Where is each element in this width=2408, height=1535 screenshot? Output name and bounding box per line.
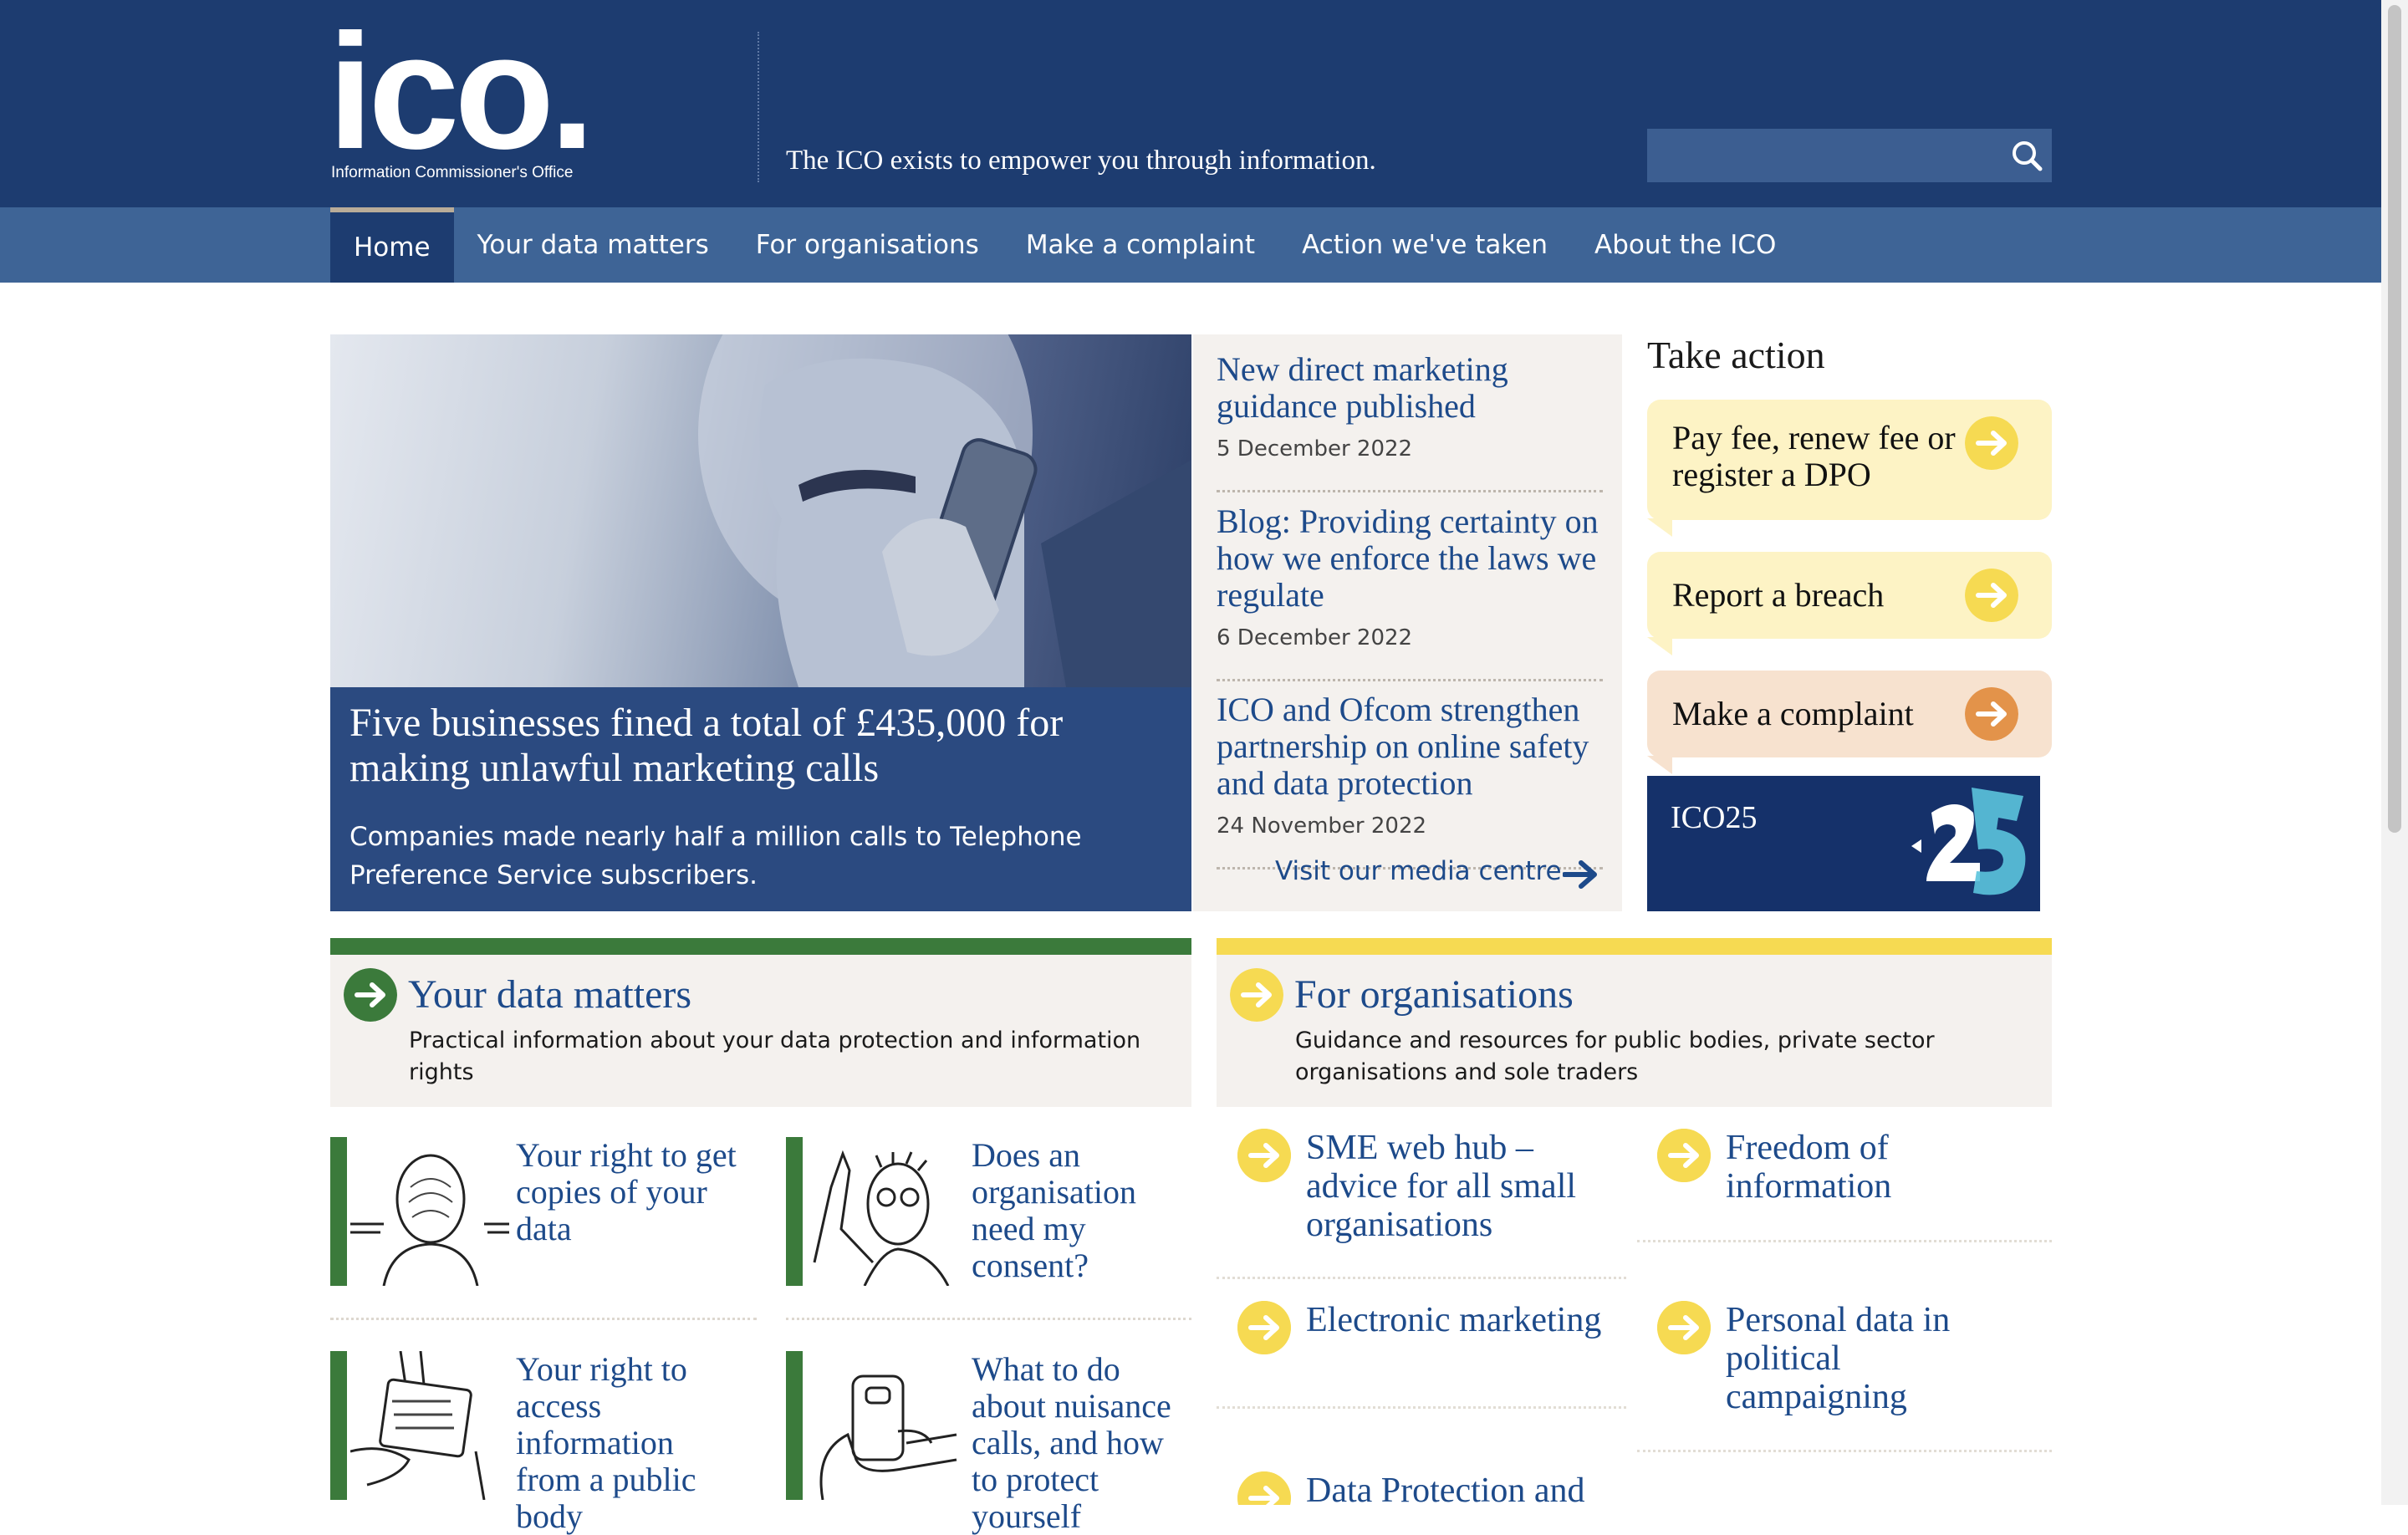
hero-feature[interactable]: Five businesses fined a total of £435,00… — [330, 334, 1191, 911]
nav-home[interactable]: Home — [330, 207, 454, 283]
card-accent-bar — [330, 1351, 347, 1500]
news-item[interactable]: New direct marketing guidance published … — [1217, 351, 1603, 492]
arrow-right-icon — [344, 968, 397, 1022]
media-centre-link[interactable]: Visit our media centre — [1275, 856, 1562, 886]
your-data-matters-section: Your data matters Practical information … — [330, 938, 1191, 1107]
logo-wordmark: ico. — [328, 0, 595, 183]
thinking-person-illustration — [813, 1150, 950, 1286]
ico25-logo-icon — [1911, 788, 2026, 895]
site-tagline: The ICO exists to empower you through in… — [786, 145, 1376, 176]
section-accent-bar — [1217, 938, 2052, 955]
card-title[interactable]: Does an organisation need my consent? — [972, 1137, 1189, 1284]
card-divider — [330, 1318, 757, 1320]
header-divider — [758, 32, 759, 182]
card-title[interactable]: Your right to access information from a … — [516, 1351, 733, 1535]
org-link-title[interactable]: Freedom of information — [1726, 1129, 1977, 1206]
section-title[interactable]: Your data matters — [408, 971, 691, 1017]
site-header: ico. Information Commissioner's Office T… — [0, 0, 2381, 207]
card-accent-bar — [786, 1137, 803, 1286]
arrow-right-icon — [1563, 860, 1597, 889]
arrow-right-icon — [1657, 1129, 1711, 1182]
data-card-nuisance-calls[interactable]: What to do about nuisance calls, and how… — [786, 1351, 1191, 1535]
ico25-label: ICO25 — [1671, 800, 1758, 835]
for-organisations-section: For organisations Guidance and resources… — [1217, 938, 2052, 1107]
org-link-title[interactable]: Personal data in political campaigning — [1726, 1301, 1993, 1416]
card-divider — [786, 1318, 1191, 1320]
section-description: Practical information about your data pr… — [409, 1028, 1141, 1085]
phone-hand-illustration — [819, 1374, 957, 1500]
pay-fee-card[interactable]: Pay fee, renew fee or register a DPO — [1647, 400, 2052, 520]
card-accent-bar — [786, 1351, 803, 1500]
org-divider — [1637, 1240, 2052, 1242]
nav-action-taken[interactable]: Action we've taken — [1278, 207, 1571, 283]
news-title[interactable]: New direct marketing guidance published — [1217, 351, 1603, 425]
card-label: Report a breach — [1672, 576, 1885, 614]
data-card-copies[interactable]: Your right to get copies of your data — [330, 1137, 757, 1286]
data-card-consent[interactable]: Does an organisation need my consent? — [786, 1137, 1191, 1286]
news-date: 5 December 2022 — [1217, 436, 1413, 462]
arrow-right-icon — [1237, 1129, 1291, 1182]
org-link-title[interactable]: SME web hub – advice for all small organ… — [1306, 1129, 1615, 1244]
card-title[interactable]: What to do about nuisance calls, and how… — [972, 1351, 1191, 1535]
ico-logo[interactable]: ico. Information Commissioner's Office — [328, 10, 604, 186]
section-title[interactable]: For organisations — [1294, 971, 1574, 1017]
arrow-right-icon — [1237, 1471, 1291, 1505]
card-tail — [1647, 637, 1672, 655]
arrow-right-icon — [1657, 1301, 1711, 1354]
org-divider — [1217, 1277, 1626, 1279]
page-scrollbar[interactable] — [2381, 0, 2408, 1505]
org-divider — [1217, 1406, 1626, 1409]
hero-subtitle: Companies made nearly half a million cal… — [349, 822, 1082, 890]
data-card-public-body[interactable]: Your right to access information from a … — [330, 1351, 757, 1535]
take-action-heading: Take action — [1647, 334, 1825, 376]
org-link-political-campaigning[interactable]: Personal data in political campaigning — [1657, 1301, 2042, 1426]
search-box — [1647, 129, 2052, 182]
org-divider — [1637, 1450, 2052, 1452]
arrow-right-icon — [1965, 416, 2018, 470]
card-label: Pay fee, renew fee or register a DPO — [1672, 419, 1956, 493]
org-link-sme-hub[interactable]: SME web hub – advice for all small organ… — [1237, 1129, 1630, 1262]
hero-image — [330, 334, 1191, 687]
arrow-right-icon — [1965, 687, 2018, 741]
news-item[interactable]: ICO and Ofcom strengthen partnership on … — [1217, 691, 1603, 869]
main-nav: Home Your data matters For organisations… — [0, 207, 2381, 283]
arrow-right-icon — [1237, 1301, 1291, 1354]
make-complaint-card[interactable]: Make a complaint — [1647, 671, 2052, 757]
news-item[interactable]: Blog: Providing certainty on how we enfo… — [1217, 503, 1603, 681]
org-link-foi[interactable]: Freedom of information — [1657, 1129, 2042, 1212]
nav-for-organisations[interactable]: For organisations — [732, 207, 1002, 283]
news-title[interactable]: Blog: Providing certainty on how we enfo… — [1217, 503, 1603, 614]
arrow-right-icon — [1965, 569, 2018, 622]
section-description: Guidance and resources for public bodies… — [1295, 1028, 1935, 1085]
card-accent-bar — [330, 1137, 347, 1286]
nav-your-data-matters[interactable]: Your data matters — [454, 207, 732, 283]
card-tail — [1647, 518, 1672, 537]
arrow-right-icon — [1230, 968, 1283, 1022]
hero-title[interactable]: Five businesses fined a total of £435,00… — [349, 701, 1169, 791]
nav-about-ico[interactable]: About the ICO — [1571, 207, 1799, 283]
org-link-electronic-marketing[interactable]: Electronic marketing — [1237, 1301, 1630, 1359]
news-title[interactable]: ICO and Ofcom strengthen partnership on … — [1217, 691, 1603, 802]
org-link-data-protection[interactable]: Data Protection and — [1237, 1471, 1630, 1505]
news-date: 6 December 2022 — [1217, 625, 1413, 650]
scrollbar-thumb[interactable] — [2388, 5, 2401, 833]
card-tail — [1647, 756, 1672, 774]
org-link-title[interactable]: Data Protection and — [1306, 1471, 1630, 1505]
fingerprint-person-illustration — [350, 1154, 509, 1286]
search-icon[interactable] — [2010, 139, 2043, 172]
ico25-banner[interactable]: ICO25 — [1647, 776, 2040, 911]
search-input[interactable] — [1647, 129, 1990, 182]
news-panel: New direct marketing guidance published … — [1193, 334, 1622, 911]
report-breach-card[interactable]: Report a breach — [1647, 552, 2052, 639]
org-link-title[interactable]: Electronic marketing — [1306, 1301, 1640, 1339]
card-title[interactable]: Your right to get copies of your data — [516, 1137, 758, 1247]
card-label: Make a complaint — [1672, 695, 1914, 732]
envelope-hand-illustration — [350, 1351, 486, 1500]
section-accent-bar — [330, 938, 1191, 955]
logo-subtitle: Information Commissioner's Office — [331, 164, 574, 181]
news-date: 24 November 2022 — [1217, 813, 1427, 839]
nav-make-a-complaint[interactable]: Make a complaint — [1002, 207, 1278, 283]
